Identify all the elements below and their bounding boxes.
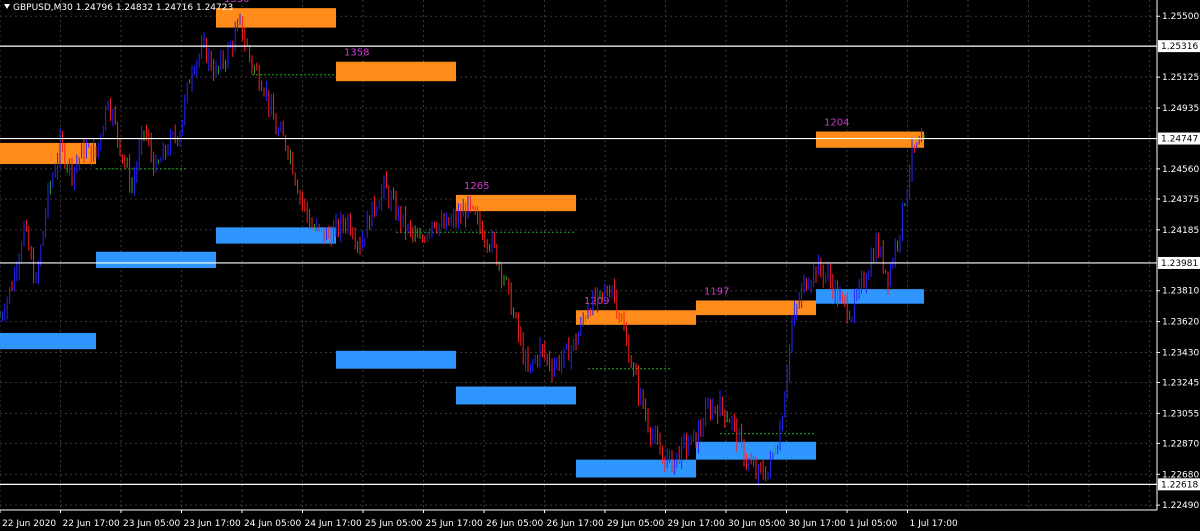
time-tick-label: 26 Jun 17:00 [547, 519, 604, 529]
price-tick-label: 1.24375 [1162, 195, 1199, 205]
time-tick-label: 30 Jun 17:00 [789, 519, 846, 529]
demand-zone [336, 350, 456, 369]
time-tick-label: 30 Jun 05:00 [728, 519, 785, 529]
level-price-label: 1.25316 [1161, 42, 1198, 52]
symbol-header: GBPUSD,M30 1.24796 1.24832 1.24716 1.247… [4, 3, 233, 13]
zone-count-label: 1265 [464, 181, 489, 192]
price-tick-label: 1.23055 [1162, 409, 1199, 419]
price-tick-label: 1.25125 [1162, 73, 1199, 83]
demand-zone [96, 251, 216, 268]
time-tick-label: 25 Jun 05:00 [365, 519, 422, 529]
time-tick-label: 22 Jun 17:00 [63, 519, 120, 529]
price-tick-label: 1.24935 [1162, 104, 1199, 114]
price-tick-label: 1.22680 [1162, 470, 1199, 480]
demand-zone [456, 386, 576, 405]
price-tick-label: 1.25500 [1162, 12, 1199, 22]
zone-count-label: 1358 [344, 48, 369, 59]
price-tick-label: 1.23245 [1162, 379, 1199, 389]
time-tick-label: 1 Jul 05:00 [849, 519, 898, 529]
time-tick-label: 24 Jun 05:00 [244, 519, 301, 529]
time-tick-label: 26 Jun 05:00 [486, 519, 543, 529]
supply-zone [456, 194, 576, 212]
demand-zone [216, 227, 336, 244]
time-tick-label: 25 Jun 17:00 [426, 519, 483, 529]
price-chart[interactable]: 135013581265120911971204 1.253161.247471… [0, 0, 1200, 531]
level-price-label: 1.24747 [1161, 135, 1198, 145]
price-tick-label: 1.24185 [1162, 226, 1199, 236]
demand-zone [816, 289, 924, 304]
supply-zone [216, 8, 336, 28]
price-tick-label: 1.22490 [1162, 501, 1199, 511]
time-tick-label: 29 Jun 17:00 [668, 519, 725, 529]
price-tick-label: 1.23430 [1162, 348, 1199, 358]
time-tick-label: 23 Jun 17:00 [184, 519, 241, 529]
price-tick-label: 1.23810 [1162, 287, 1199, 297]
supply-zone [336, 61, 456, 82]
time-tick-label: 24 Jun 17:00 [305, 519, 362, 529]
level-price-label: 1.23981 [1161, 259, 1198, 269]
zone-count-label: 1204 [824, 118, 849, 129]
demand-zone [696, 441, 816, 460]
chart-window[interactable]: 135013581265120911971204 1.253161.247471… [0, 0, 1200, 531]
symbol-text: GBPUSD,M30 1.24796 1.24832 1.24716 1.247… [13, 3, 234, 13]
price-tick-label: 1.22870 [1162, 439, 1199, 449]
triangle-down-icon [4, 4, 10, 9]
candles [0, 13, 925, 486]
supply-zone [576, 310, 696, 325]
supply-zone [816, 131, 924, 148]
demand-zone [0, 332, 96, 350]
supply-zone [696, 300, 816, 316]
time-tick-label: 23 Jun 05:00 [123, 519, 180, 529]
supply-demand-zones: 135013581265120911971204 [0, 0, 924, 478]
price-tick-label: 1.23620 [1162, 318, 1199, 328]
time-tick-label: 29 Jun 05:00 [607, 519, 664, 529]
time-tick-label: 22 Jun 2020 [2, 519, 56, 529]
zone-count-label: 1197 [704, 286, 729, 297]
demand-zone [576, 459, 696, 478]
price-tick-label: 1.24560 [1162, 165, 1199, 175]
level-price-label: 1.22618 [1161, 480, 1198, 490]
time-tick-label: 1 Jul 17:00 [910, 519, 959, 529]
